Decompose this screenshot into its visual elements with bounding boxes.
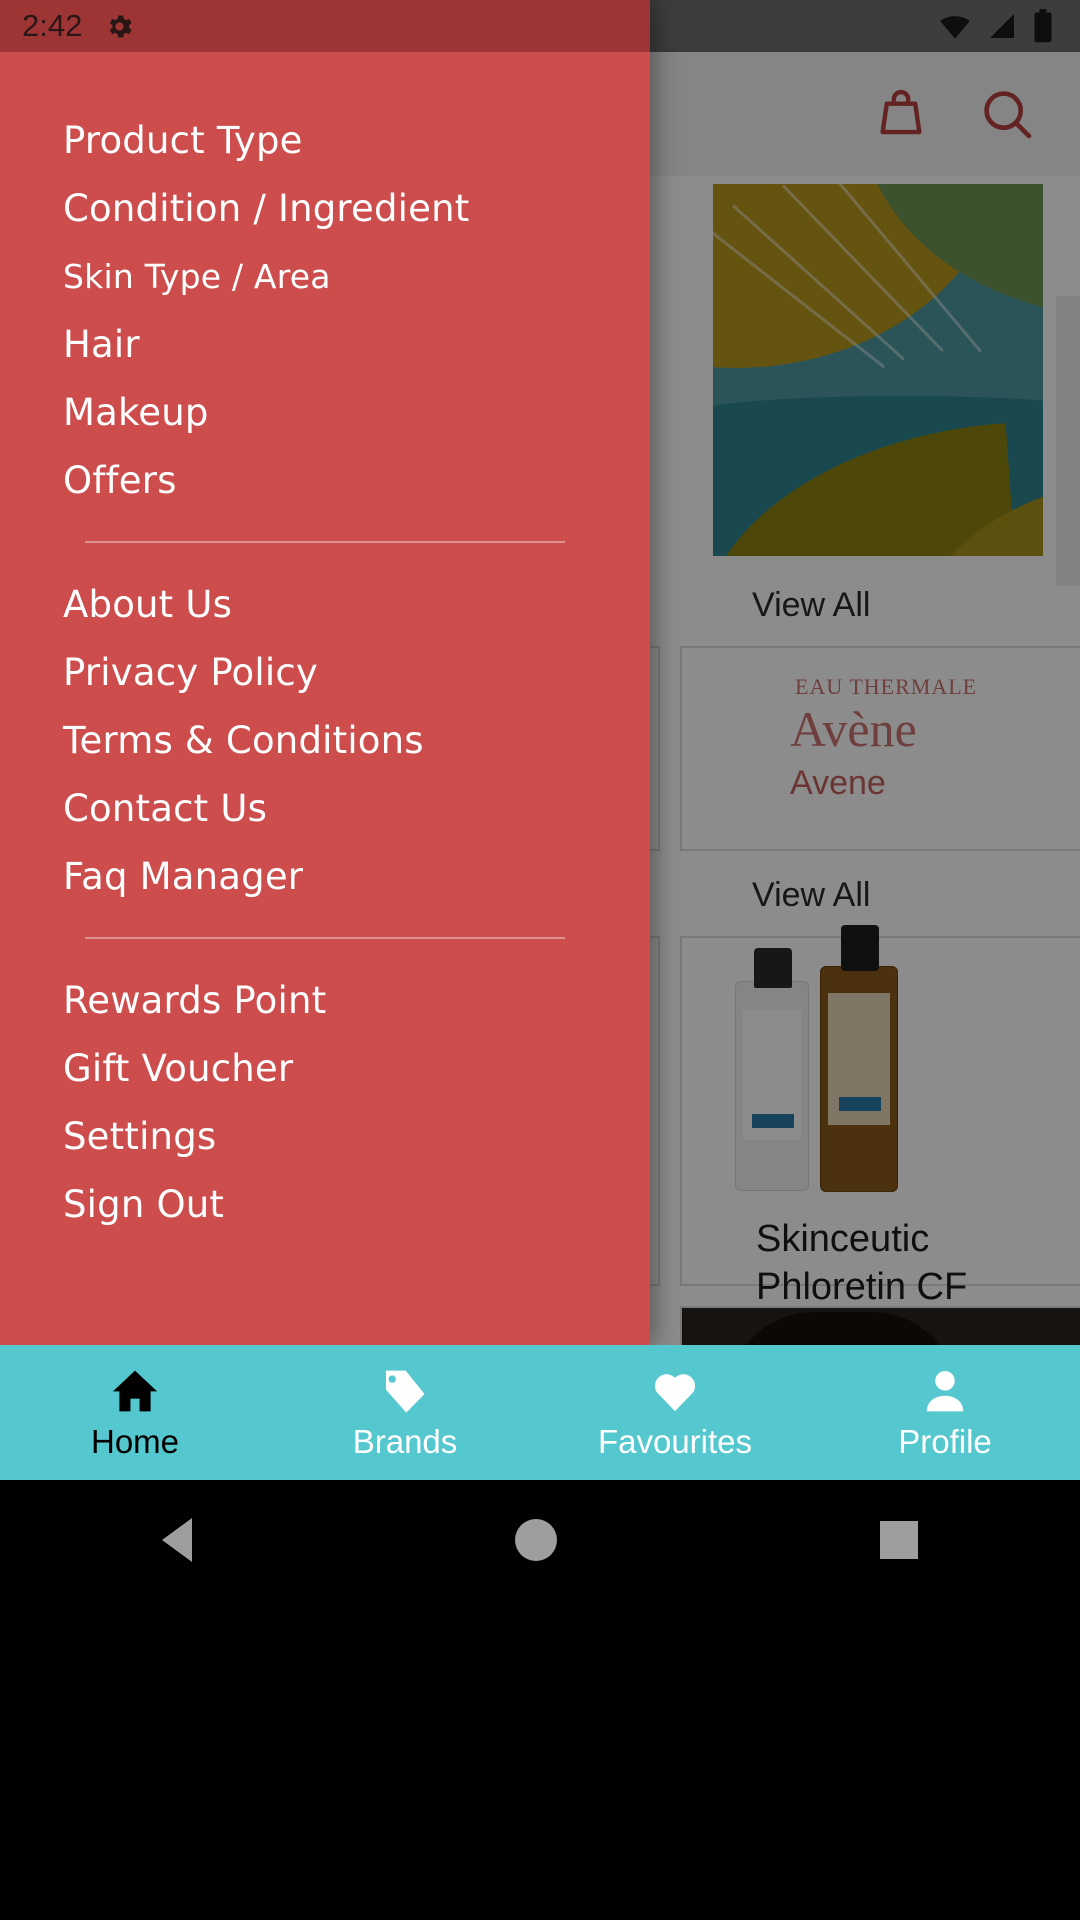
drawer-item-about-us[interactable]: About Us [0,571,650,639]
drawer-item-condition-ingredient[interactable]: Condition / Ingredient [0,175,650,243]
person-icon [926,1370,964,1411]
tab-profile[interactable]: Profile [810,1345,1080,1480]
drawer-status-bar: 2:42 [0,0,650,52]
tab-brands-label: Brands [352,1422,458,1460]
drawer-group-categories: Product Type Condition / Ingredient Skin… [0,107,650,515]
drawer-item-terms-conditions[interactable]: Terms & Conditions [0,707,650,775]
drawer-item-offers[interactable]: Offers [0,447,650,515]
back-triangle-icon[interactable] [161,1518,192,1562]
drawer-divider-1 [85,541,565,543]
tab-home[interactable]: Home [0,1345,270,1480]
status-clock: 2:42 [22,8,83,43]
tab-brands[interactable]: Brands [270,1345,540,1480]
drawer-item-gift-voucher[interactable]: Gift Voucher [0,1035,650,1103]
drawer-group-info: About Us Privacy Policy Terms & Conditio… [0,571,650,911]
drawer-divider-2 [85,937,565,939]
bottom-tab-bar: Home Brands Favourites Profile [0,1345,1080,1480]
home-icon [112,1370,158,1411]
android-nav-buttons [0,1480,1080,1600]
drawer-menu: Product Type Condition / Ingredient Skin… [0,52,650,1345]
drawer-item-hair[interactable]: Hair [0,311,650,379]
drawer-item-privacy-policy[interactable]: Privacy Policy [0,639,650,707]
navigation-drawer: 2:42 Product Type Condition / Ingredient… [0,0,650,1345]
drawer-group-account: Rewards Point Gift Voucher Settings Sign… [0,967,650,1239]
drawer-item-product-type[interactable]: Product Type [0,107,650,175]
drawer-item-skin-type-area[interactable]: Skin Type / Area [0,243,650,311]
gear-icon [110,15,132,37]
drawer-item-contact-us[interactable]: Contact Us [0,775,650,843]
tab-profile-label: Profile [898,1422,992,1460]
heart-icon [654,1373,696,1411]
recents-square-icon[interactable] [880,1521,919,1559]
phone-screen: View All EAU THERMALE Avène Avene View A… [0,0,1080,1920]
home-circle-icon[interactable] [514,1519,557,1561]
drawer-item-faq-manager[interactable]: Faq Manager [0,843,650,911]
tab-favourites-label: Favourites [597,1422,753,1460]
tab-favourites[interactable]: Favourites [540,1345,810,1480]
drawer-item-settings[interactable]: Settings [0,1103,650,1171]
drawer-item-sign-out[interactable]: Sign Out [0,1171,650,1239]
tag-icon [385,1370,425,1413]
android-navigation-bar [0,1480,1080,1920]
drawer-item-rewards-point[interactable]: Rewards Point [0,967,650,1035]
tab-home-label: Home [90,1422,180,1460]
drawer-item-makeup[interactable]: Makeup [0,379,650,447]
